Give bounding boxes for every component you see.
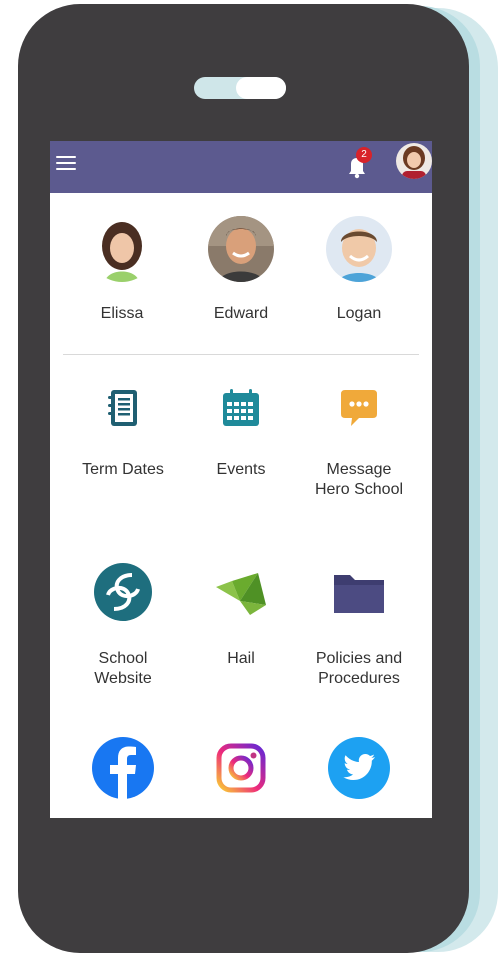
section-divider [63, 354, 419, 355]
tile-label: School Website [94, 650, 152, 687]
tile-label: Events [216, 461, 266, 478]
child-edward[interactable]: Edward [181, 216, 301, 323]
tile-facebook[interactable] [60, 736, 186, 800]
user-avatar[interactable] [396, 143, 432, 179]
tile-instagram[interactable] [178, 736, 304, 800]
calendar-icon [223, 389, 259, 426]
child-photo [89, 216, 155, 282]
child-photo [326, 216, 392, 282]
tile-policies-and-procedures[interactable]: Policies and Procedures [296, 561, 422, 689]
facebook-icon [92, 737, 154, 800]
tile-label: Policies and Procedures [315, 650, 403, 687]
tile-message-hero-school[interactable]: Message Hero School [296, 386, 422, 500]
hail-bird-icon [216, 573, 266, 615]
chat-bubble-icon [341, 390, 377, 426]
school-logo-icon [94, 563, 152, 621]
app-screen: 2 Elissa Edward Logan Term Dates Events … [50, 141, 432, 818]
child-logan[interactable]: Logan [299, 216, 419, 323]
tile-label: Hail [227, 650, 255, 667]
tile-twitter[interactable] [296, 736, 422, 800]
child-name: Edward [213, 305, 269, 322]
notification-badge: 2 [356, 147, 372, 163]
child-name: Logan [336, 305, 382, 322]
children-row: Elissa Edward Logan [50, 216, 432, 326]
folder-icon [334, 575, 384, 613]
tile-label: Term Dates [82, 461, 164, 478]
twitter-icon [328, 737, 390, 799]
tile-term-dates[interactable]: Term Dates [60, 386, 186, 480]
tile-hail[interactable]: Hail [178, 561, 304, 669]
child-elissa[interactable]: Elissa [62, 216, 182, 323]
child-photo [208, 216, 274, 282]
phone-speaker [194, 77, 286, 99]
tile-label: Message Hero School [314, 461, 404, 498]
child-name: Elissa [100, 305, 144, 322]
instagram-icon [216, 743, 266, 793]
tile-events[interactable]: Events [178, 386, 304, 480]
notebook-icon [108, 390, 137, 426]
hamburger-menu-icon[interactable] [56, 156, 76, 172]
app-header: 2 [50, 141, 432, 193]
notifications-button[interactable]: 2 [342, 147, 372, 181]
tile-school-website[interactable]: School Website [60, 561, 186, 689]
